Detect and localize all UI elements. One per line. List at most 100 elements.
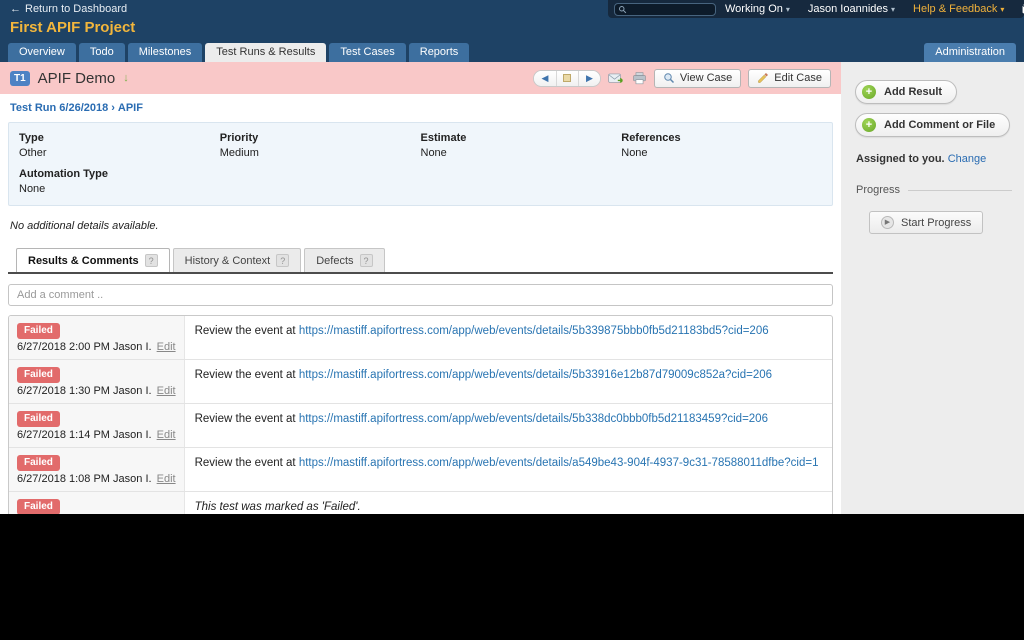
chevron-down-icon: ▾ [786,5,790,14]
tab-defects[interactable]: Defects? [304,248,384,272]
help-feedback-menu[interactable]: Help & Feedback▾ [913,3,1004,15]
tab-milestones[interactable]: Milestones [128,43,203,62]
result-status-cell: Failed 6/27/2018 1:08 PM Jason I. Edit [9,448,185,491]
field-type: TypeOther [19,132,220,159]
divider [908,190,1012,191]
result-content: Review the event at https://mastiff.apif… [185,448,832,491]
event-link[interactable]: https://mastiff.apifortress.com/app/web/… [299,369,772,381]
change-assignment-link[interactable]: Change [948,153,987,165]
result-content: Review the event at https://mastiff.apif… [185,360,832,403]
results-list: Failed 6/27/2018 2:00 PM Jason I. Edit R… [8,315,833,514]
start-progress-button[interactable]: ▶ Start Progress [869,211,983,234]
tab-test-runs-results[interactable]: Test Runs & Results [205,43,326,62]
result-row: Failed 6/26/2018 8:38 PM Jason I. Edit T… [9,492,832,514]
result-content: This test was marked as 'Failed'. [185,492,832,514]
result-status-cell: Failed 6/27/2018 1:14 PM Jason I. Edit [9,404,185,447]
result-content: Review the event at https://mastiff.apif… [185,404,832,447]
case-list-button[interactable] [556,71,578,86]
add-comment-or-file-button[interactable]: + Add Comment or File [855,113,1010,137]
email-forward-icon[interactable] [608,72,625,85]
square-icon [563,74,571,82]
working-on-menu[interactable]: Working On▾ [725,3,790,15]
result-row: Failed 6/27/2018 1:14 PM Jason I. Edit R… [9,404,832,448]
result-status-cell: Failed 6/27/2018 2:00 PM Jason I. Edit [9,316,185,359]
project-title-row: First APIF Project [0,18,1024,40]
status-badge: Failed [17,455,60,471]
status-badge: Failed [17,323,60,339]
edit-result-link[interactable]: Edit [157,473,176,485]
breadcrumb-test-run-link[interactable]: Test Run 6/26/2018 [10,102,108,114]
case-pager: ◀ ▶ [533,70,601,87]
project-title: First APIF Project [10,19,135,36]
result-meta: 6/27/2018 1:08 PM Jason I. Edit [17,473,176,485]
chevron-down-icon: ▾ [891,5,895,14]
tab-administration[interactable]: Administration [924,43,1016,62]
case-details-box: TypeOther PriorityMedium EstimateNone Re… [8,122,833,206]
result-meta: 6/27/2018 1:30 PM Jason I. Edit [17,385,176,397]
status-badge: Failed [17,367,60,383]
event-link[interactable]: https://mastiff.apifortress.com/app/web/… [299,457,819,469]
edit-result-link[interactable]: Edit [157,429,176,441]
result-row: Failed 6/27/2018 1:08 PM Jason I. Edit R… [9,448,832,492]
result-row: Failed 6/27/2018 1:30 PM Jason I. Edit R… [9,360,832,404]
print-icon[interactable] [632,72,647,85]
result-meta: 6/27/2018 2:00 PM Jason I. Edit [17,341,176,353]
content-tabs: Results & Comments? History & Context? D… [8,248,833,274]
tab-results-comments[interactable]: Results & Comments? [16,248,170,272]
result-content: Review the event at https://mastiff.apif… [185,316,832,359]
test-id-badge: T1 [10,71,30,86]
goto-icon[interactable]: ↓ [123,72,129,84]
help-icon[interactable]: ? [145,254,158,267]
search-input[interactable] [629,4,712,15]
back-arrow-icon: ← [10,3,21,15]
breadcrumb-case-link[interactable]: APIF [118,102,143,114]
tab-test-cases[interactable]: Test Cases [329,43,405,62]
result-row: Failed 6/27/2018 2:00 PM Jason I. Edit R… [9,316,832,360]
no-details-note: No additional details available. [10,220,831,232]
play-icon: ▶ [881,216,894,229]
chevron-down-icon: ▾ [1000,5,1004,14]
progress-section-header: Progress [856,184,1012,196]
main-nav: Overview Todo Milestones Test Runs & Res… [0,40,1024,62]
breadcrumb-separator: › [111,102,115,114]
search-box[interactable] [614,3,716,16]
tab-history-context[interactable]: History & Context? [173,248,302,272]
next-case-button[interactable]: ▶ [578,71,600,86]
status-badge: Failed [17,499,60,514]
add-result-button[interactable]: + Add Result [855,80,957,104]
field-estimate: EstimateNone [421,132,622,159]
field-priority: PriorityMedium [220,132,421,159]
right-sidebar: + Add Result + Add Comment or File Assig… [841,62,1024,514]
help-icon[interactable]: ? [276,254,289,267]
edit-result-link[interactable]: Edit [157,341,176,353]
result-status-cell: Failed 6/27/2018 1:30 PM Jason I. Edit [9,360,185,403]
app-window: ←Return to Dashboard Working On▾ Jason I… [0,0,1024,514]
result-meta: 6/27/2018 1:14 PM Jason I. Edit [17,429,176,441]
user-menu[interactable]: Jason Ioannides▾ [808,3,895,15]
breadcrumb: Test Run 6/26/2018›APIF [0,94,841,119]
view-case-button[interactable]: View Case [654,69,741,88]
event-link[interactable]: https://mastiff.apifortress.com/app/web/… [299,325,769,337]
status-badge: Failed [17,411,60,427]
main-content: T1 APIF Demo ↓ ◀ ▶ View Case [0,62,841,514]
tab-todo[interactable]: Todo [79,43,125,62]
tab-reports[interactable]: Reports [409,43,470,62]
assigned-row: Assigned to you. Change [856,153,1012,165]
return-to-dashboard-link[interactable]: ←Return to Dashboard [10,3,127,15]
top-header: ←Return to Dashboard Working On▾ Jason I… [0,0,1024,62]
tab-overview[interactable]: Overview [8,43,76,62]
plus-icon: + [862,85,876,99]
utility-panel: Working On▾ Jason Ioannides▾ Help & Feed… [608,0,1024,18]
edit-result-link[interactable]: Edit [157,385,176,397]
add-comment-input[interactable] [8,284,833,306]
case-title: APIF Demo [38,70,116,87]
edit-case-button[interactable]: Edit Case [748,69,831,88]
result-status-cell: Failed 6/26/2018 8:38 PM Jason I. Edit [9,492,185,514]
field-references: ReferencesNone [621,132,822,159]
prev-case-button[interactable]: ◀ [534,71,556,86]
magnifier-icon [663,72,675,84]
case-header-bar: T1 APIF Demo ↓ ◀ ▶ View Case [0,62,841,94]
help-icon[interactable]: ? [360,254,373,267]
event-link[interactable]: https://mastiff.apifortress.com/app/web/… [299,413,768,425]
pencil-icon [757,72,769,84]
